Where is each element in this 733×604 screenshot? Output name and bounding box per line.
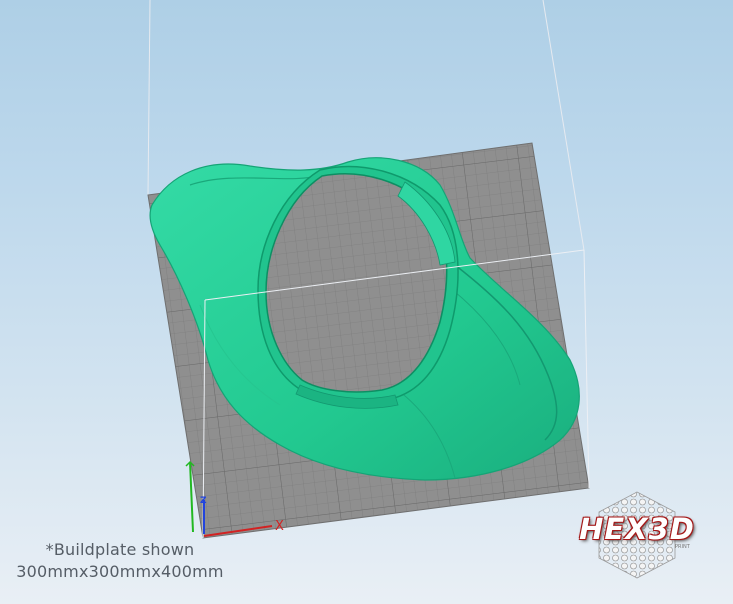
x-axis-label: X (275, 519, 284, 534)
hex3d-logo: HEX3D PRINT (557, 490, 717, 582)
caption-buildplate-note: *Buildplate shown (45, 540, 195, 559)
caption-buildplate-dimensions: 300mmx300mmx400mm (16, 562, 224, 581)
z-axis-label: Z (200, 496, 207, 506)
logo-text: HEX3D (579, 512, 695, 546)
logo-subtext: PRINT (675, 544, 690, 550)
